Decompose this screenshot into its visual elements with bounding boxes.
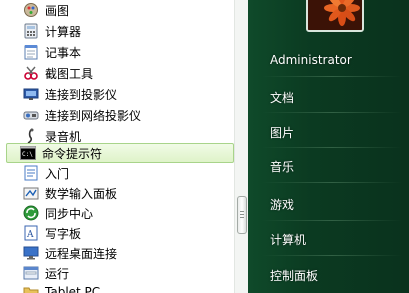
calculator-icon	[22, 23, 39, 40]
program-label: 连接到投影仪	[45, 87, 118, 102]
run-icon	[22, 265, 39, 282]
sync-center-icon	[22, 205, 39, 222]
program-item-projector[interactable]: 连接到投影仪	[18, 84, 234, 104]
paint-icon	[22, 2, 39, 19]
network-projector-icon	[22, 107, 39, 124]
divider	[262, 147, 402, 148]
program-item-snipping-tool[interactable]: 截图工具	[18, 63, 234, 83]
svg-text:C:\: C:\	[22, 151, 33, 158]
program-item-getting-started[interactable]: 入门	[18, 163, 234, 183]
menu-item-games[interactable]: 游戏	[270, 196, 294, 213]
program-label: 运行	[45, 266, 70, 281]
program-item-remote-desktop[interactable]: 远程桌面连接	[18, 243, 234, 263]
projector-icon	[22, 86, 39, 103]
program-list: 画图 计算器 记事本 截图工具 连接到投影仪 连接到网络投影仪 录音机 C:\ …	[0, 0, 234, 293]
user-avatar[interactable]	[306, 0, 364, 32]
divider	[262, 112, 402, 113]
wordpad-icon: A	[22, 225, 39, 242]
program-list-scrollbar[interactable]	[234, 0, 248, 293]
divider	[262, 182, 402, 183]
flower-picture-icon	[308, 0, 362, 30]
program-label: 记事本	[45, 45, 82, 60]
program-label: 同步中心	[45, 206, 94, 221]
math-input-icon	[22, 185, 39, 202]
program-list-pane: 画图 计算器 记事本 截图工具 连接到投影仪 连接到网络投影仪 录音机 C:\ …	[0, 0, 248, 293]
program-item-notepad[interactable]: 记事本	[18, 42, 234, 62]
getting-started-icon	[22, 165, 39, 182]
divider	[262, 76, 402, 77]
program-item-math-input[interactable]: 数学输入面板	[18, 183, 234, 203]
scrollbar-thumb[interactable]	[237, 196, 247, 234]
program-item-run[interactable]: 运行	[18, 263, 234, 283]
folder-icon	[22, 284, 39, 293]
menu-item-pictures[interactable]: 图片	[270, 124, 294, 141]
program-item-command-prompt[interactable]: C:\ 命令提示符	[6, 143, 234, 163]
divider	[262, 255, 402, 256]
divider	[262, 220, 402, 221]
microphone-icon	[22, 128, 39, 145]
program-label: 画图	[45, 3, 70, 18]
program-label: Tablet PC	[45, 285, 101, 293]
program-folder-tablet-pc[interactable]: Tablet PC	[18, 282, 234, 293]
program-label: 连接到网络投影仪	[45, 108, 142, 123]
program-item-calculator[interactable]: 计算器	[18, 21, 234, 41]
program-label: 入门	[45, 166, 70, 181]
program-label: 录音机	[45, 129, 82, 144]
program-label: 截图工具	[45, 66, 94, 81]
menu-item-documents[interactable]: 文档	[270, 89, 294, 106]
menu-item-music[interactable]: 音乐	[270, 158, 294, 175]
snipping-tool-icon	[22, 65, 39, 82]
program-item-paint[interactable]: 画图	[18, 0, 234, 20]
program-label: 计算器	[45, 24, 82, 39]
program-label: 远程桌面连接	[45, 246, 118, 261]
program-label: 命令提示符	[42, 146, 103, 161]
menu-item-control-panel[interactable]: 控制面板	[270, 267, 318, 284]
program-label: 写字板	[45, 226, 82, 241]
svg-text:A: A	[26, 230, 34, 240]
start-menu-right-pane: Administrator 文档 图片 音乐 游戏 计算机 控制面板	[248, 0, 409, 293]
program-item-sync-center[interactable]: 同步中心	[18, 203, 234, 223]
program-label: 数学输入面板	[45, 186, 118, 201]
program-item-wordpad[interactable]: A 写字板	[18, 223, 234, 243]
menu-item-user[interactable]: Administrator	[270, 53, 352, 67]
remote-desktop-icon	[22, 245, 39, 262]
program-item-network-projector[interactable]: 连接到网络投影仪	[18, 105, 234, 125]
notepad-icon	[22, 44, 39, 61]
menu-item-computer[interactable]: 计算机	[270, 231, 306, 248]
cmd-icon: C:\	[19, 145, 36, 162]
